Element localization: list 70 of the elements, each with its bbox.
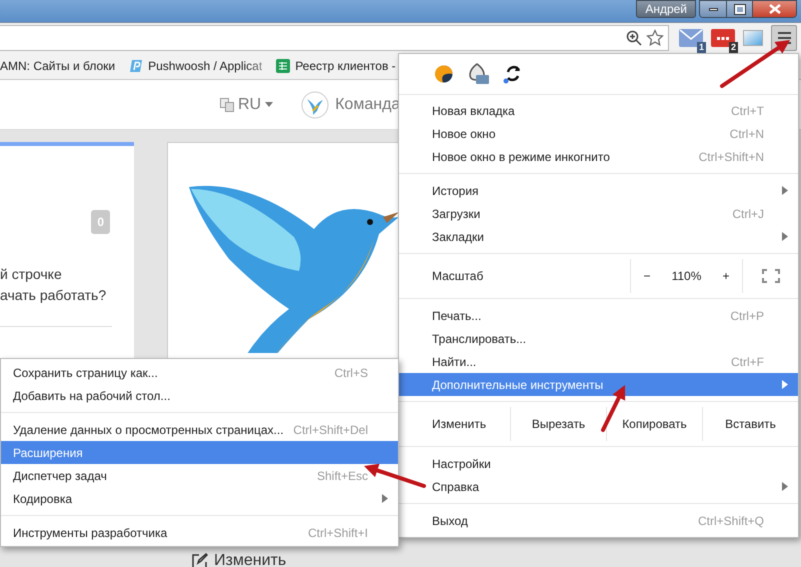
minimize-button[interactable] bbox=[700, 1, 726, 17]
menu-item[interactable]: Добавить на рабочий стол... bbox=[1, 384, 398, 407]
menu-item[interactable]: Новое окно Ctrl+N bbox=[399, 122, 798, 145]
zoom-icon[interactable] bbox=[626, 30, 642, 46]
menu-item[interactable]: Расширения bbox=[1, 441, 398, 464]
menu-item[interactable]: Настройки bbox=[399, 452, 798, 475]
star-icon[interactable] bbox=[646, 28, 664, 46]
edit-icon bbox=[192, 553, 208, 567]
shortcut-text: Ctrl+P bbox=[730, 308, 764, 324]
language-selector[interactable]: RU bbox=[238, 92, 262, 116]
menu-item[interactable]: Закладки bbox=[399, 225, 798, 248]
shortcut-text: Ctrl+F bbox=[731, 354, 764, 370]
bookmark[interactable]: Pushwoosh / Applicat bbox=[129, 56, 262, 74]
submenu-arrow-icon bbox=[782, 232, 788, 241]
shortcut-text: Ctrl+T bbox=[731, 102, 764, 120]
fullscreen-icon[interactable] bbox=[762, 269, 780, 283]
bookmark[interactable]: Реестр клиентов - bbox=[276, 56, 396, 74]
submenu-arrow-icon bbox=[782, 380, 788, 389]
maximize-button[interactable] bbox=[726, 1, 752, 17]
zoom-out-button[interactable]: − bbox=[640, 267, 655, 285]
shortcut-text: Ctrl+S bbox=[334, 364, 368, 382]
card-text: й строчке bbox=[0, 265, 63, 284]
arrow-annotation bbox=[720, 40, 790, 88]
submenu-arrow-icon bbox=[782, 186, 788, 195]
extension-logo-icon[interactable] bbox=[435, 65, 453, 83]
edit-action-button[interactable]: Копировать bbox=[606, 407, 702, 441]
submenu-arrow-icon bbox=[782, 482, 788, 491]
submenu-arrow-icon bbox=[382, 494, 388, 503]
menu-label: Масштаб bbox=[431, 268, 484, 285]
shortcut-text: Ctrl+N bbox=[730, 126, 764, 142]
shortcut-text: Shift+Esc bbox=[316, 468, 368, 484]
bookmark-logo-icon bbox=[129, 58, 144, 72]
zoom-value: 110% bbox=[672, 268, 702, 285]
bookmark[interactable]: AMN: Сайты и блоки bbox=[0, 56, 116, 74]
caret-icon[interactable] bbox=[265, 102, 274, 107]
shortcut-text: Ctrl+Shift+Del bbox=[293, 422, 368, 438]
menu-item[interactable]: Транслировать... bbox=[399, 327, 798, 350]
menu-item[interactable]: Загрузки Ctrl+J bbox=[399, 202, 798, 225]
menu-item[interactable]: Найти... Ctrl+F bbox=[399, 350, 798, 373]
edit-action-button[interactable]: Вырезать bbox=[510, 407, 606, 441]
spreadsheet-icon bbox=[276, 58, 290, 72]
menu-item[interactable]: Выход Ctrl+Shift+Q bbox=[399, 509, 798, 532]
menu-item[interactable]: История bbox=[399, 179, 798, 202]
brand-name: Команда bbox=[335, 94, 400, 114]
close-button[interactable] bbox=[752, 1, 796, 17]
edit-action-button[interactable]: Вставить bbox=[702, 407, 798, 441]
shortcut-text: Ctrl+J bbox=[732, 206, 764, 222]
bird-logo-icon bbox=[301, 90, 330, 118]
menu-label: Изменить bbox=[431, 416, 488, 433]
menu-item[interactable]: Диспетчер задач Shift+Esc bbox=[1, 464, 398, 487]
zoom-in-button[interactable]: + bbox=[718, 267, 734, 285]
adblock-off-icon[interactable] bbox=[467, 63, 489, 85]
shortcut-text: Ctrl+Shift+Q bbox=[698, 512, 764, 530]
shortcut-text: Ctrl+Shift+I bbox=[308, 524, 368, 542]
edit-link[interactable]: Изменить bbox=[214, 549, 286, 567]
translate-icon bbox=[220, 98, 234, 112]
menu-item[interactable]: Инструменты разработчика Ctrl+Shift+I bbox=[1, 521, 398, 544]
menu-item[interactable]: Дополнительные инструменты bbox=[399, 373, 798, 396]
menu-item[interactable]: Кодировка bbox=[1, 487, 398, 510]
shortcut-text: Ctrl+Shift+N bbox=[698, 148, 764, 166]
menu-item[interactable]: Справка bbox=[399, 475, 798, 498]
menu-item[interactable]: Новая вкладка Ctrl+T bbox=[399, 99, 798, 122]
close-icon bbox=[768, 4, 780, 14]
menu-item[interactable]: Сохранить страницу как... Ctrl+S bbox=[1, 361, 398, 384]
profile-button[interactable]: Андрей bbox=[636, 0, 696, 18]
menu-item[interactable]: Печать... Ctrl+P bbox=[399, 304, 798, 327]
sync-icon[interactable] bbox=[503, 64, 523, 84]
menu-item[interactable]: Новое окно в режиме инкогнито Ctrl+Shift+N bbox=[399, 145, 798, 168]
menu-item[interactable]: Удаление данных о просмотренных страницах... Ctrl+Shift+Del bbox=[1, 418, 398, 441]
card-text: ачать работать? bbox=[0, 286, 108, 305]
